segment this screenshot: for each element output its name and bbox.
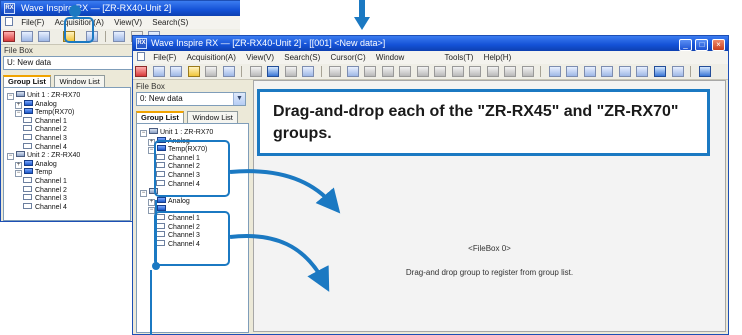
click-marker bbox=[69, 5, 81, 17]
drag-arrows bbox=[69, 5, 341, 335]
drag-arrow-rx70 bbox=[229, 169, 341, 214]
drag-arrow-rx40 bbox=[229, 234, 330, 292]
instruction-text: Drag-and-drop each of the "ZR-RX45" and … bbox=[273, 103, 679, 142]
instruction-callout: Drag-and-drop each of the "ZR-RX45" and … bbox=[257, 89, 710, 156]
bracket-dot bbox=[152, 262, 160, 270]
